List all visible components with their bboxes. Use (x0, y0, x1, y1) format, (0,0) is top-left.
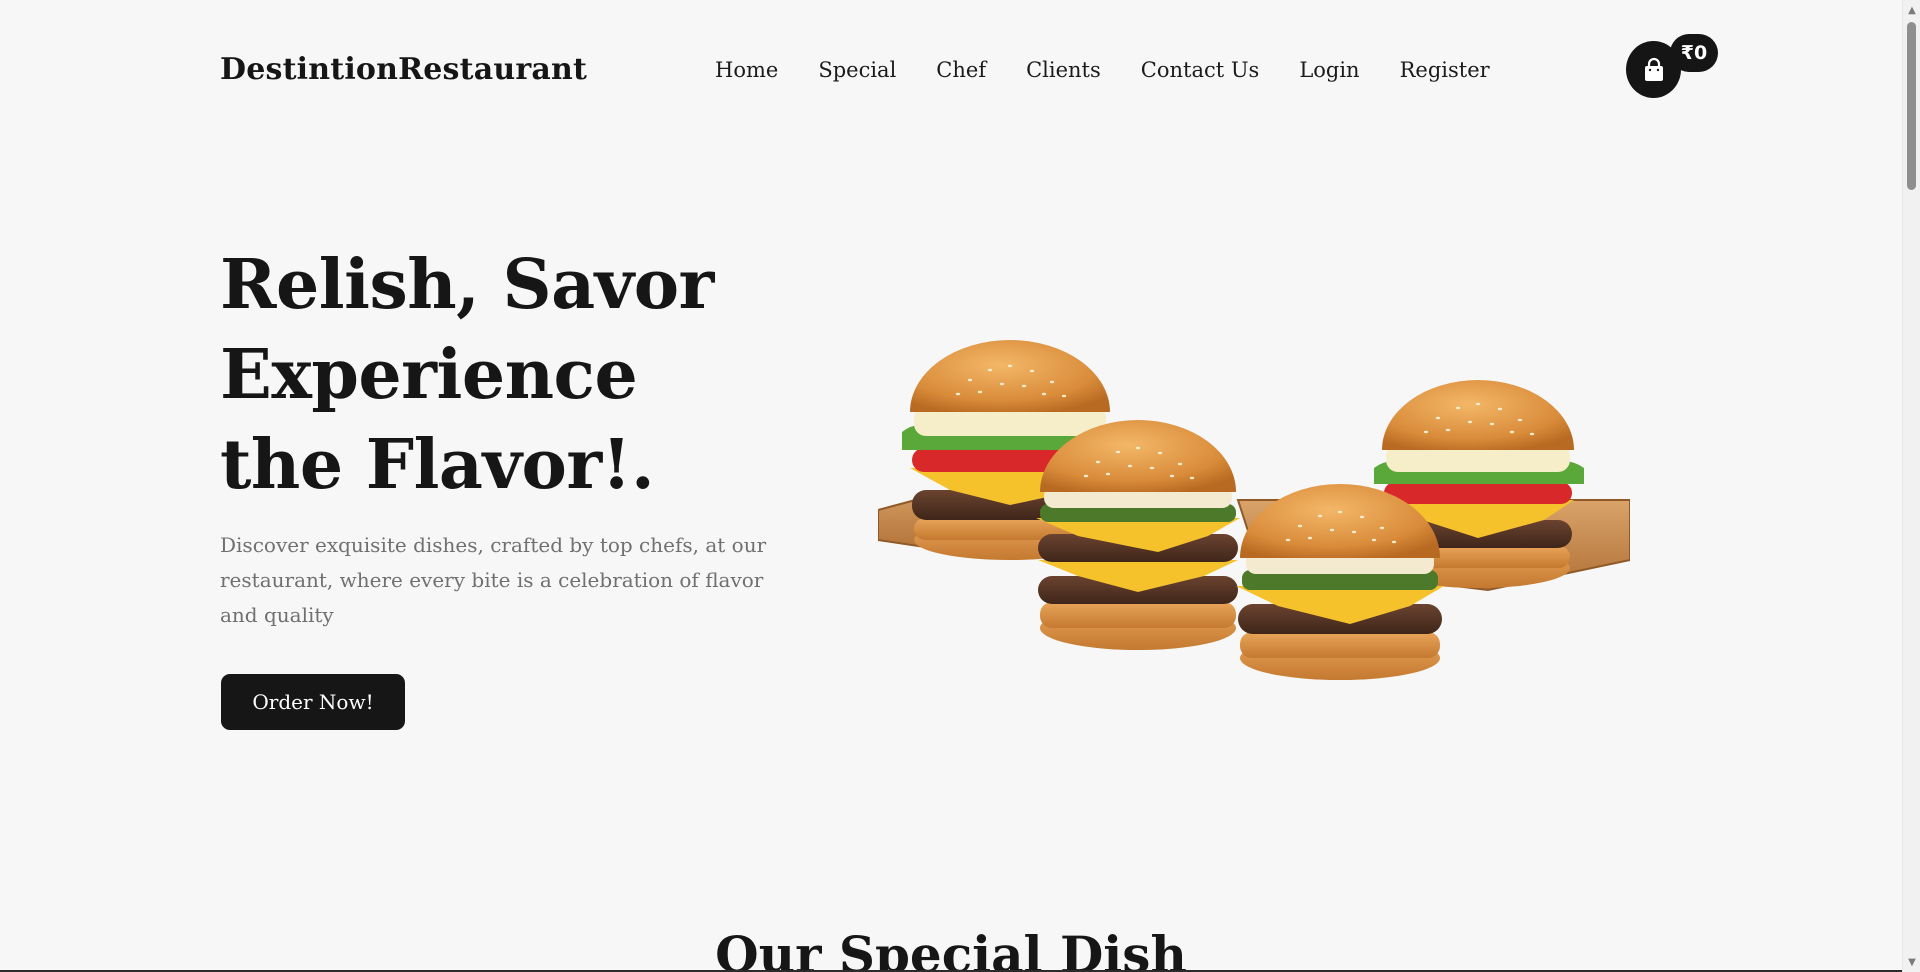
nav-contact-us[interactable]: Contact Us (1141, 58, 1260, 82)
brand-logo[interactable]: DestintionRestaurant (220, 52, 587, 87)
main-nav: Home Special Chef Clients Contact Us Log… (715, 58, 1490, 82)
nav-clients[interactable]: Clients (1026, 58, 1101, 82)
burgers-hero-image (878, 340, 1630, 680)
scrollbar-thumb[interactable] (1907, 22, 1916, 190)
nav-login[interactable]: Login (1299, 58, 1359, 82)
hero-title: Relish, Savor Experience the Flavor!. (220, 240, 840, 510)
scroll-up-arrow-icon[interactable]: ▲ (1903, 2, 1920, 18)
nav-home[interactable]: Home (715, 58, 778, 82)
hero-description: Discover exquisite dishes, crafted by to… (220, 533, 767, 627)
special-dish-heading: Our Special Dish (715, 925, 1187, 972)
hero-title-line-3: the Flavor!. (220, 425, 655, 505)
nav-special[interactable]: Special (818, 58, 896, 82)
nav-register[interactable]: Register (1400, 58, 1490, 82)
hero-title-line-2: Experience (220, 335, 638, 415)
vertical-scrollbar[interactable]: ▲ ▼ (1902, 0, 1920, 972)
nav-chef[interactable]: Chef (936, 58, 986, 82)
shopping-bag-icon (1644, 57, 1663, 81)
order-now-button[interactable]: Order Now! (221, 674, 405, 730)
hero-title-line-1: Relish, Savor (220, 245, 714, 325)
cart-total-badge: ₹0 (1670, 34, 1718, 72)
page: DestintionRestaurant Home Special Chef C… (0, 0, 1902, 972)
scroll-down-arrow-icon[interactable]: ▼ (1903, 954, 1920, 970)
